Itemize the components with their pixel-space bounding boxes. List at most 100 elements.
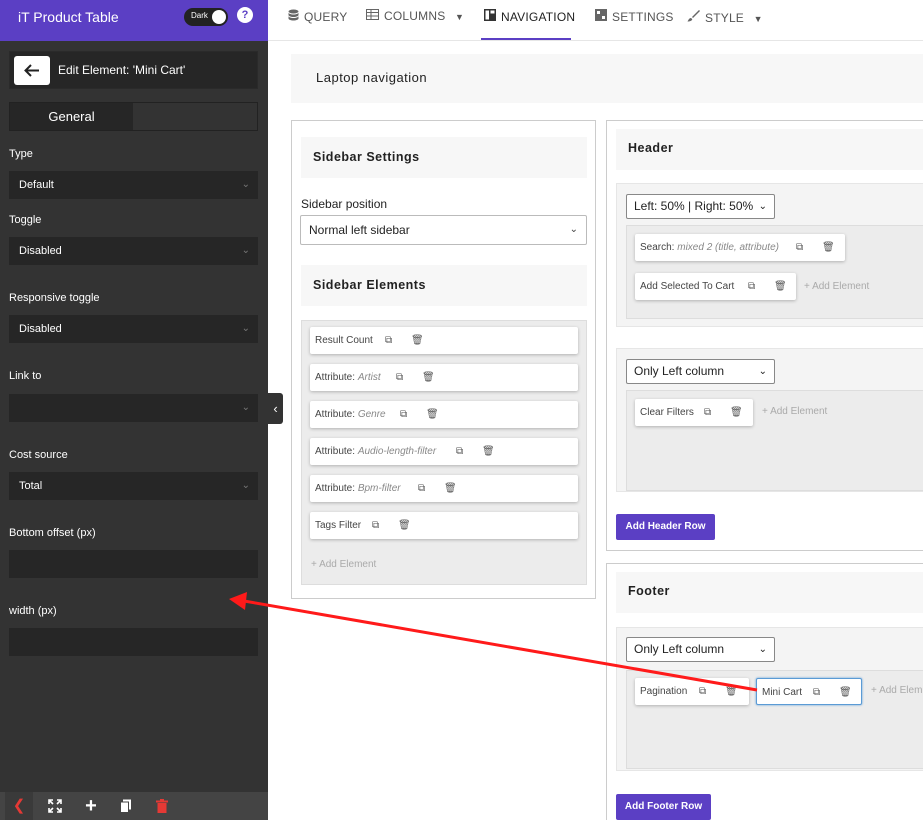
header-row-1-layout-select[interactable]: Left: 50% | Right: 50% ⌄ — [626, 194, 775, 219]
bottom-offset-label: Bottom offset (px) — [9, 527, 96, 539]
caret-down-icon: ▼ — [454, 12, 465, 22]
element-detail: Audio-length-filter — [357, 446, 437, 457]
footer-title: Footer — [616, 572, 923, 613]
trash-icon[interactable]: 🗑 — [725, 678, 738, 705]
bottom-offset-input[interactable] — [9, 550, 258, 578]
tab-navigation-label: NAVIGATION — [501, 10, 576, 24]
responsive-toggle-label: Responsive toggle — [9, 292, 100, 304]
list-item[interactable]: Attribute: Artist ⧉ 🗑 — [310, 364, 578, 391]
list-item[interactable]: Add Selected To Cart ⧉ 🗑 — [635, 273, 796, 300]
header-panel: Header Left: 50% | Right: 50% ⌄ Search: … — [606, 120, 923, 551]
database-icon — [288, 9, 299, 24]
toggle-value: Disabled — [19, 245, 62, 257]
tab-navigation[interactable]: NAVIGATION — [484, 9, 575, 24]
list-item[interactable]: Attribute: Genre ⧉ 🗑 — [310, 401, 578, 428]
editor-tabs: General — [9, 102, 258, 131]
dark-label: Dark — [191, 11, 208, 20]
copy-icon[interactable]: ⧉ — [418, 475, 425, 502]
add-element-link[interactable]: + Add Element — [804, 281, 869, 292]
copy-icon[interactable]: ⧉ — [456, 438, 463, 465]
tab-columns[interactable]: COLUMNS ▼ — [366, 9, 464, 23]
element-label: Attribute: — [315, 409, 358, 420]
active-tab-indicator — [481, 38, 571, 40]
element-detail: Artist — [357, 372, 381, 383]
list-item[interactable]: Result Count ⧉ 🗑 — [310, 327, 578, 354]
tab-style[interactable]: STYLE ▼ — [687, 9, 763, 25]
tab-columns-label: COLUMNS — [384, 9, 446, 23]
trash-icon[interactable]: 🗑 — [422, 364, 435, 391]
trash-icon[interactable]: 🗑 — [426, 401, 439, 428]
element-label: Clear Filters — [640, 407, 694, 418]
tab-style-label: STYLE — [705, 11, 745, 25]
trash-icon[interactable]: 🗑 — [774, 273, 787, 300]
footer-row-layout-select[interactable]: Only Left column ⌄ — [626, 637, 775, 662]
trash-icon[interactable]: 🗑 — [730, 399, 743, 426]
trash-icon[interactable]: 🗑 — [411, 327, 424, 354]
element-label: Tags Filter — [315, 520, 362, 531]
sidebar-position-value: Normal left sidebar — [309, 223, 410, 237]
width-label: width (px) — [9, 605, 57, 617]
fullscreen-icon[interactable] — [41, 792, 69, 820]
add-element-link[interactable]: + Add Elem — [871, 685, 922, 696]
copy-icon[interactable]: ⧉ — [813, 679, 820, 706]
trash-icon[interactable]: 🗑 — [444, 475, 457, 502]
trash-icon[interactable]: 🗑 — [482, 438, 495, 465]
tab-general[interactable]: General — [10, 103, 133, 130]
back-button[interactable] — [14, 56, 50, 85]
type-label: Type — [9, 148, 33, 160]
help-icon[interactable]: ? — [237, 7, 253, 23]
panel-header: iT Product Table Dark ? — [0, 0, 268, 41]
responsive-toggle-value: Disabled — [19, 323, 62, 335]
toggle-select[interactable]: Disabled ⌄ — [9, 237, 258, 265]
chevron-down-icon: ⌄ — [241, 245, 250, 256]
copy-icon[interactable]: ⧉ — [699, 678, 706, 705]
list-item[interactable]: Attribute: Audio-length-filter ⧉ 🗑 — [310, 438, 578, 465]
type-value: Default — [19, 179, 54, 191]
header-row-1-zone: Search: mixed 2 (title, attribute) ⧉ 🗑 A… — [626, 225, 923, 319]
trash-icon[interactable] — [148, 792, 176, 820]
responsive-toggle-select[interactable]: Disabled ⌄ — [9, 315, 258, 343]
tab-settings-label: SETTINGS — [612, 10, 674, 24]
tab-query[interactable]: QUERY — [288, 9, 347, 24]
add-header-row-button[interactable]: Add Header Row — [616, 514, 715, 540]
add-footer-row-button[interactable]: Add Footer Row — [616, 794, 711, 820]
copy-icon[interactable]: ⧉ — [372, 512, 379, 539]
sidebar-elements-title: Sidebar Elements — [301, 265, 587, 306]
add-element-link[interactable]: + Add Element — [762, 406, 827, 417]
trash-icon[interactable]: 🗑 — [822, 234, 835, 261]
type-select[interactable]: Default ⌄ — [9, 171, 258, 199]
dark-mode-toggle[interactable]: Dark — [184, 8, 228, 26]
sidebar-position-select[interactable]: Normal left sidebar ⌄ — [300, 215, 587, 245]
copy-icon[interactable]: ⧉ — [704, 399, 711, 426]
list-item[interactable]: Clear Filters ⧉ 🗑 — [635, 399, 753, 426]
collapse-panel-handle[interactable]: ‹ — [268, 393, 283, 424]
footer-row-zone: Pagination ⧉ 🗑 Mini Cart ⧉ 🗑 + Add Elem — [626, 670, 923, 769]
panel-footer-toolbar: ❮ + — [0, 792, 268, 820]
width-input[interactable] — [9, 628, 258, 656]
list-item[interactable]: Pagination ⧉ 🗑 — [635, 678, 749, 705]
tab-settings[interactable]: SETTINGS — [595, 9, 674, 24]
copy-icon[interactable] — [112, 792, 140, 820]
collapse-left-icon[interactable]: ❮ — [5, 792, 33, 820]
brush-icon — [687, 9, 700, 25]
list-item[interactable]: Tags Filter ⧉ 🗑 — [310, 512, 578, 539]
list-item[interactable]: Attribute: Bpm-filter ⧉ 🗑 — [310, 475, 578, 502]
copy-icon[interactable]: ⧉ — [400, 401, 407, 428]
copy-icon[interactable]: ⧉ — [396, 364, 403, 391]
trash-icon[interactable]: 🗑 — [839, 679, 852, 706]
chevron-down-icon: ⌄ — [758, 644, 767, 655]
header-row-2-layout-select[interactable]: Only Left column ⌄ — [626, 359, 775, 384]
trash-icon[interactable]: 🗑 — [398, 512, 411, 539]
laptop-navigation-bar: Laptop navigation — [291, 54, 923, 103]
copy-icon[interactable]: ⧉ — [748, 273, 755, 300]
copy-icon[interactable]: ⧉ — [385, 327, 392, 354]
list-item[interactable]: Search: mixed 2 (title, attribute) ⧉ 🗑 — [635, 234, 845, 261]
link-to-select[interactable]: ⌄ — [9, 394, 258, 422]
table-icon — [366, 9, 379, 23]
copy-icon[interactable]: ⧉ — [796, 234, 803, 261]
cost-source-select[interactable]: Total ⌄ — [9, 472, 258, 500]
list-item-selected[interactable]: Mini Cart ⧉ 🗑 — [756, 678, 862, 705]
add-element-link[interactable]: + Add Element — [311, 559, 376, 570]
chevron-down-icon: ⌄ — [241, 179, 250, 190]
add-icon[interactable]: + — [77, 792, 105, 820]
